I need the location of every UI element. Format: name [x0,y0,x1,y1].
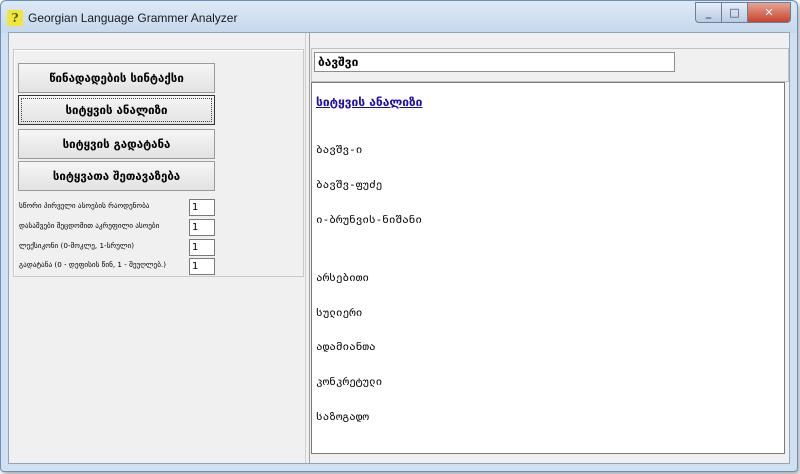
analysis-line: სულიერი [316,305,363,319]
param-row: გადატანა (0 - დეფისის წინ, 1 - შეუღლებ.)… [19,258,291,275]
minimize-button[interactable]: _ [695,2,722,23]
word-hyphenation-button[interactable]: სიტყვის გადატანა [18,129,215,159]
word-input[interactable]: ბავშვი [314,52,675,72]
close-icon: ✕ [764,6,774,19]
analysis-line: ადამიანთა [316,340,376,354]
analysis-output[interactable]: სიტყვის ანალიზი ბავშვ-ი ბავშვ-ფუძე ი-ბრუ… [311,82,785,454]
app-window: ? Georgian Language Grammer Analyzer _ □… [0,0,798,472]
app-logo-icon: ? [7,10,23,26]
splitter[interactable] [305,33,310,463]
analysis-line: საზოგადო [316,409,369,423]
window-title: Georgian Language Grammer Analyzer [28,11,238,25]
title-bar[interactable]: ? Georgian Language Grammer Analyzer _ □… [1,1,797,33]
analysis-line: კონკრეტული [316,375,383,389]
param-label: დასაშვები შეცდომით აკრეფილი ასოები [19,221,160,230]
close-button[interactable]: ✕ [748,2,791,23]
dictionary-input[interactable]: 1 [189,239,215,256]
window-controls: _ □ ✕ [695,2,791,23]
maximize-icon: □ [729,6,740,19]
sentence-syntax-button[interactable]: წინადადების სინტაქსი [18,63,215,93]
param-label: სწორი პირველი ასოების რაოდენობა [19,201,150,210]
hyphenation-mode-input[interactable]: 1 [189,258,215,275]
analysis-line: ი-ბრუნვის-ნიშანი [316,212,422,226]
analysis-lines: ბავშვ-ი ბავშვ-ფუძე ი-ბრუნვის-ნიშანი არსე… [316,121,422,446]
param-label: გადატანა (0 - დეფისის წინ, 1 - შეუღლებ.) [19,260,167,269]
word-suggestion-button[interactable]: სიტყვათა შეთავაზება [18,161,215,191]
param-row: ლექსიკონი (0-მოკლე, 1-სრული) 1 [19,239,291,256]
analysis-line: ბავშვ-ფუძე [316,177,383,191]
param-row: დასაშვები შეცდომით აკრეფილი ასოები 1 [19,219,291,236]
analysis-line: ბავშვ-ი [316,143,363,157]
word-analysis-button[interactable]: სიტყვის ანალიზი [18,95,215,125]
analysis-line: არსებითი [316,270,369,284]
client-area: წინადადების სინტაქსი სიტყვის ანალიზი სიტ… [8,32,790,464]
allowed-typos-input[interactable]: 1 [189,219,215,236]
word-input-panel: ბავშვი [311,48,789,82]
output-heading-link[interactable]: სიტყვის ანალიზი [316,95,422,109]
param-label: ლექსიკონი (0-მოკლე, 1-სრული) [19,241,135,250]
maximize-button[interactable]: □ [722,2,748,23]
correct-first-letters-input[interactable]: 1 [189,199,215,216]
minimize-icon: _ [705,6,712,19]
param-row: სწორი პირველი ასოების რაოდენობა 1 [19,199,291,216]
left-panel: წინადადების სინტაქსი სიტყვის ანალიზი სიტ… [13,49,304,277]
